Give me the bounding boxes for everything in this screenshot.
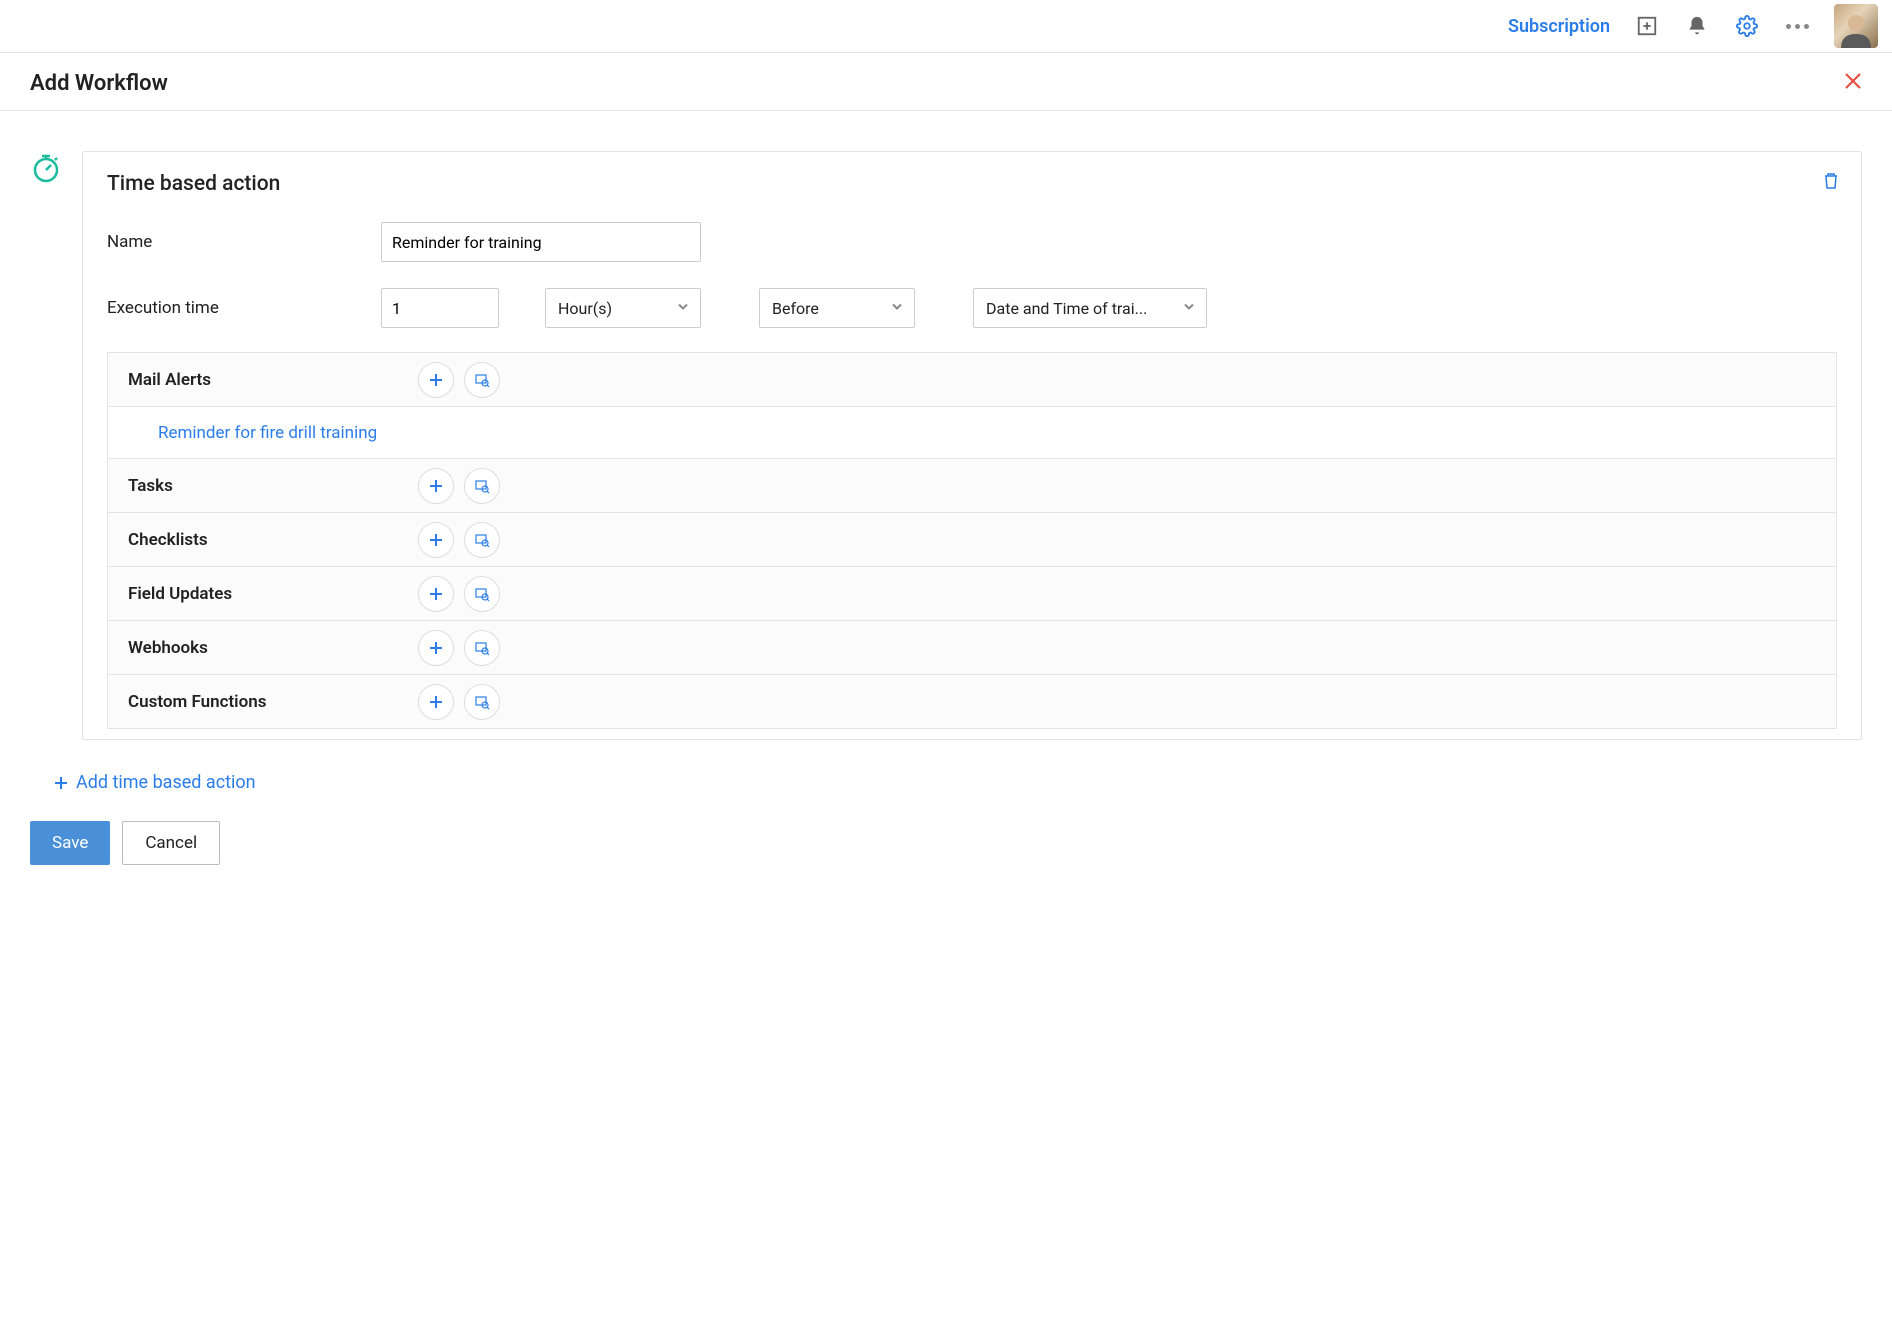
more-icon[interactable] [1784,13,1810,39]
chevron-down-icon [1182,299,1196,318]
associate-task-button[interactable] [464,468,500,504]
associate-webhook-button[interactable] [464,630,500,666]
add-webhook-button[interactable] [418,630,454,666]
exec-relation-select[interactable]: Before [759,288,915,328]
add-checklist-button[interactable] [418,522,454,558]
associate-custom-function-button[interactable] [464,684,500,720]
add-mail-alert-button[interactable] [418,362,454,398]
field-updates-label: Field Updates [128,584,418,604]
associate-checklist-button[interactable] [464,522,500,558]
notifications-icon[interactable] [1684,13,1710,39]
save-button[interactable]: Save [30,821,110,865]
mail-alert-link[interactable]: Reminder for fire drill training [158,423,377,443]
card-title: Time based action [107,172,1837,196]
webhooks-label: Webhooks [128,638,418,658]
chevron-down-icon [890,299,904,318]
name-input[interactable] [381,222,701,262]
action-list: Mail Alerts Reminder for fire drill trai… [107,352,1837,729]
subscription-link[interactable]: Subscription [1508,16,1610,37]
page-title: Add Workflow [30,71,168,96]
field-updates-row: Field Updates [108,567,1836,621]
time-action-card: Time based action Name Execution time Ho… [82,151,1862,740]
name-label: Name [107,232,367,252]
webhooks-row: Webhooks [108,621,1836,675]
custom-functions-label: Custom Functions [128,692,418,712]
add-field-update-button[interactable] [418,576,454,612]
cancel-button[interactable]: Cancel [122,821,220,865]
add-time-action-label: Add time based action [76,772,256,793]
main-content: Time based action Name Execution time Ho… [0,111,1892,895]
associate-field-update-button[interactable] [464,576,500,612]
timer-icon [30,151,64,185]
custom-functions-row: Custom Functions [108,675,1836,729]
exec-field-select[interactable]: Date and Time of trai... [973,288,1207,328]
top-bar: Subscription [0,0,1892,52]
create-new-icon[interactable] [1634,13,1660,39]
mail-alert-item: Reminder for fire drill training [108,407,1836,459]
add-task-button[interactable] [418,468,454,504]
footer-buttons: Save Cancel [30,821,1862,865]
mail-alerts-label: Mail Alerts [128,370,418,390]
page-header: Add Workflow [0,52,1892,111]
close-button[interactable] [1844,71,1862,96]
exec-number-input[interactable] [381,288,499,328]
add-time-action-link[interactable]: Add time based action [30,772,1862,793]
associate-mail-alert-button[interactable] [464,362,500,398]
add-custom-function-button[interactable] [418,684,454,720]
chevron-down-icon [676,299,690,318]
tasks-label: Tasks [128,476,418,496]
settings-icon[interactable] [1734,13,1760,39]
delete-action-button[interactable] [1823,172,1839,194]
tasks-row: Tasks [108,459,1836,513]
checklists-row: Checklists [108,513,1836,567]
user-avatar[interactable] [1834,4,1878,48]
exec-time-label: Execution time [107,298,367,318]
mail-alerts-row: Mail Alerts [108,353,1836,407]
exec-unit-select[interactable]: Hour(s) [545,288,701,328]
checklists-label: Checklists [128,530,418,550]
